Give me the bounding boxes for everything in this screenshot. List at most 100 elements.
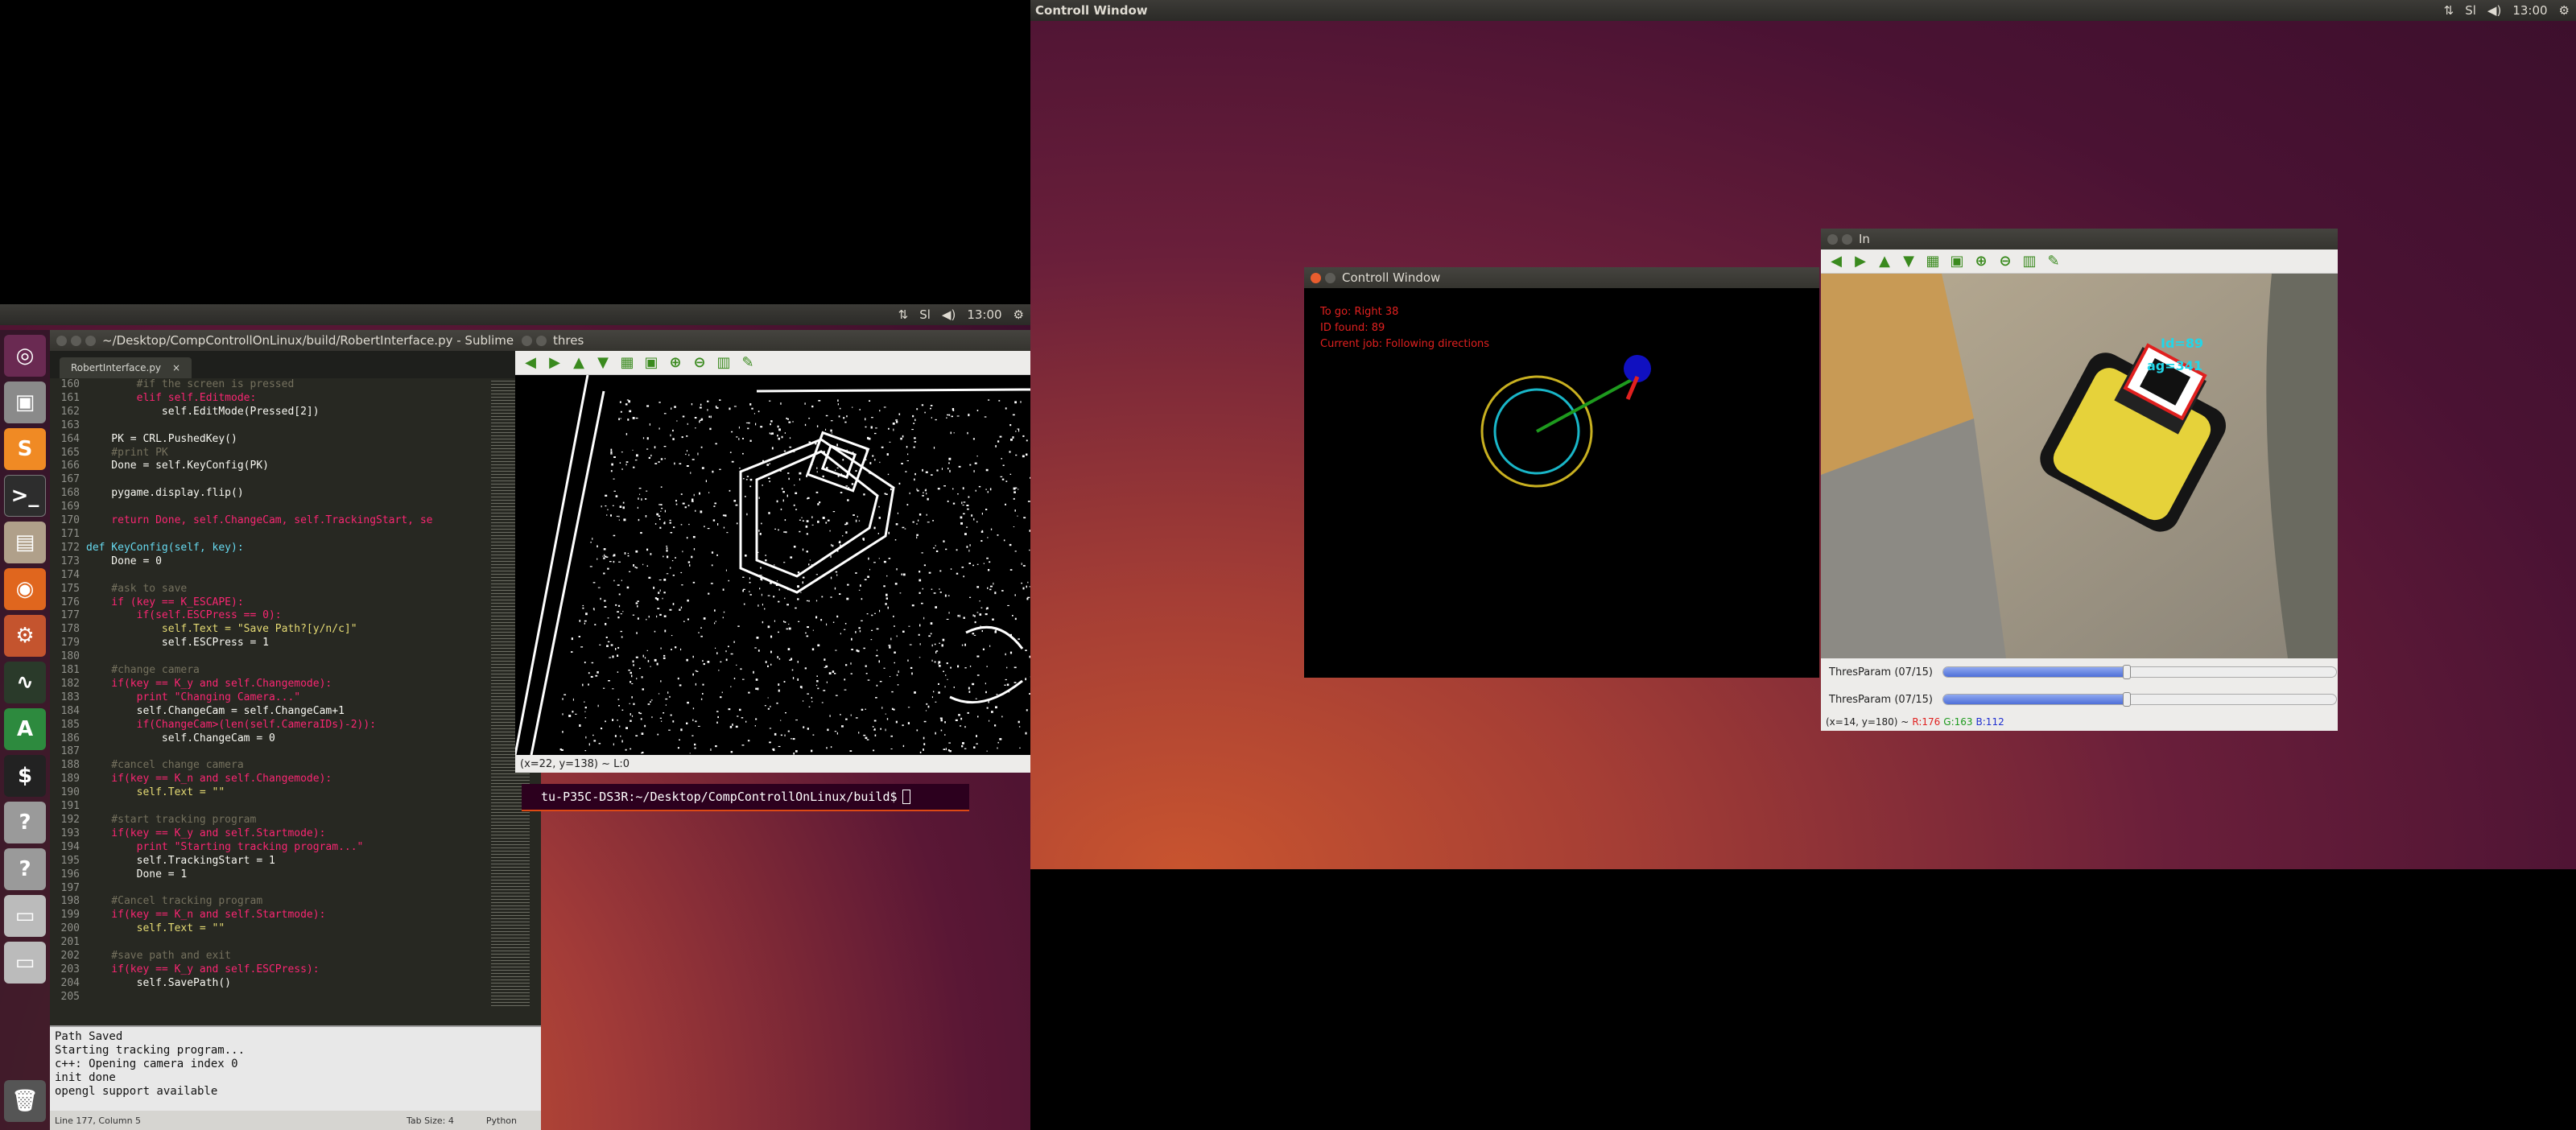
terminal-alt-icon[interactable]: $ — [4, 755, 46, 797]
code-line: 179 self.ESCPress = 1 — [50, 637, 489, 650]
direction-display — [1480, 355, 1651, 488]
zoom-reset-icon[interactable]: ▣ — [1948, 253, 1966, 270]
maximize-icon[interactable] — [85, 335, 96, 346]
controll-title: Controll Window — [1342, 270, 1441, 285]
keyboard-layout-icon[interactable]: Sl — [919, 307, 931, 322]
syntax-mode[interactable]: Python — [486, 1116, 517, 1126]
line-text: if(key == K_y and self.ESCPress): — [86, 963, 320, 975]
arrow-right-icon[interactable]: ▶ — [1852, 253, 1869, 270]
minimize-icon[interactable] — [536, 335, 547, 346]
thres-titlebar[interactable]: thres — [515, 330, 1030, 351]
thres-status: (x=22, y=138) ~ L:0 — [515, 755, 1030, 773]
output-console: Path Saved Starting tracking program... … — [50, 1025, 541, 1111]
code-line: 166 Done = self.KeyConfig(PK) — [50, 460, 489, 473]
line-text: self.ChangeCam = self.ChangeCam+1 — [86, 704, 345, 717]
controll-titlebar[interactable]: Controll Window — [1304, 267, 1819, 288]
close-icon[interactable] — [56, 335, 67, 346]
close-icon[interactable] — [522, 335, 532, 346]
in-titlebar[interactable]: In — [1821, 229, 2338, 250]
network-icon[interactable]: ⇅ — [898, 307, 909, 322]
arrow-up-icon[interactable]: ▲ — [570, 354, 588, 372]
thres-toolbar: ◀ ▶ ▲ ▼ ▦ ▣ ⊕ ⊖ ▥ ✎ — [515, 351, 1030, 375]
code-line: 196 Done = 1 — [50, 868, 489, 882]
tab-label: RobertInterface.py — [71, 362, 162, 373]
properties-icon[interactable]: ✎ — [739, 354, 757, 372]
camera-icon[interactable]: ▣ — [4, 381, 46, 423]
trash-icon[interactable]: 🗑 — [4, 1080, 46, 1122]
zoom-out-icon[interactable]: ⊖ — [1996, 253, 2014, 270]
arrow-up-icon[interactable]: ▲ — [1876, 253, 1893, 270]
line-number: 170 — [60, 514, 80, 527]
unknown-app-icon[interactable]: ? — [4, 802, 46, 843]
tab-size[interactable]: Tab Size: 4 — [407, 1116, 454, 1126]
properties-icon[interactable]: ✎ — [2045, 253, 2062, 270]
close-icon[interactable] — [1311, 272, 1321, 283]
slider-thumb[interactable] — [2122, 665, 2131, 679]
terminal-icon[interactable]: >_ — [4, 475, 46, 517]
code-line: 165 #print PK — [50, 447, 489, 460]
zoom-out-icon[interactable]: ⊖ — [691, 354, 708, 372]
firefox-icon[interactable]: ◉ — [4, 568, 46, 610]
code-area[interactable]: 160 #if the screen is pressed 161 elif se… — [50, 378, 489, 1014]
files-icon[interactable]: ▤ — [4, 522, 46, 563]
code-line: 182 if(key == K_y and self.Changemode): — [50, 678, 489, 691]
code-line: 173 Done = 0 — [50, 555, 489, 569]
line-number: 192 — [60, 814, 80, 826]
keyboard-layout-icon[interactable]: Sl — [2465, 3, 2476, 18]
thres-image[interactable] — [515, 375, 1030, 755]
drive-icon[interactable]: ▭ — [4, 895, 46, 937]
sublime-icon[interactable]: S — [4, 428, 46, 470]
volume-icon[interactable]: ◀) — [942, 307, 956, 322]
network-icon[interactable]: ⇅ — [2444, 3, 2454, 18]
zoom-in-icon[interactable]: ⊕ — [667, 354, 684, 372]
slider-thumb[interactable] — [2122, 692, 2131, 707]
code-line: 194 print "Starting tracking program..." — [50, 841, 489, 855]
clock[interactable]: 13:00 — [967, 307, 1001, 322]
unknown-app-icon[interactable]: ? — [4, 848, 46, 890]
settings-icon[interactable]: ⚙ — [4, 615, 46, 657]
arrow-left-icon[interactable]: ◀ — [522, 354, 539, 372]
ubuntu-dash-icon[interactable]: ◎ — [4, 335, 46, 377]
arrow-down-icon[interactable]: ▼ — [594, 354, 612, 372]
minimize-icon[interactable] — [71, 335, 81, 346]
sublime-titlebar[interactable]: ~/Desktop/CompControllOnLinux/build/Robe… — [50, 330, 541, 351]
arrow-left-icon[interactable]: ◀ — [1827, 253, 1845, 270]
code-line: 205 — [50, 991, 489, 1004]
arrow-down-icon[interactable]: ▼ — [1900, 253, 1918, 270]
software-center-icon[interactable]: A — [4, 708, 46, 750]
line-number: 197 — [60, 881, 80, 894]
line-number: 205 — [60, 990, 80, 1003]
zoom-in-icon[interactable]: ⊕ — [1972, 253, 1990, 270]
zoom-fit-icon[interactable]: ▦ — [1924, 253, 1942, 270]
close-icon[interactable] — [1827, 233, 1838, 245]
line-number: 200 — [60, 922, 80, 935]
zoom-reset-icon[interactable]: ▣ — [642, 354, 660, 372]
save-icon[interactable]: ▥ — [715, 354, 733, 372]
zoom-fit-icon[interactable]: ▦ — [618, 354, 636, 372]
code-line: 191 — [50, 800, 489, 814]
green-value: G:163 — [1943, 716, 1973, 728]
slider-track[interactable] — [1942, 665, 2337, 679]
minimize-icon[interactable] — [1325, 272, 1335, 283]
system-monitor-icon[interactable]: ∿ — [4, 662, 46, 703]
arrow-right-icon[interactable]: ▶ — [546, 354, 564, 372]
code-line: 190 self.Text = "" — [50, 786, 489, 800]
minimize-icon[interactable] — [1842, 233, 1852, 245]
code-line: 176 if (key == K_ESCAPE): — [50, 596, 489, 610]
gear-icon[interactable]: ⚙ — [2559, 3, 2570, 18]
line-text: return Done, self.ChangeCam, self.Tracki… — [86, 514, 433, 527]
slider-track[interactable] — [1942, 692, 2337, 707]
line-text: self.Text = "Save Path?[y/n/c]" — [86, 623, 357, 636]
close-icon[interactable]: × — [172, 362, 180, 373]
drive-icon[interactable]: ▭ — [4, 942, 46, 984]
line-number: 176 — [60, 596, 80, 608]
line-text: self.SavePath() — [86, 976, 232, 989]
terminal-window[interactable]: tu-P35C-DS3R:~/Desktop/CompControllOnLin… — [522, 784, 969, 811]
clock[interactable]: 13:00 — [2512, 3, 2547, 18]
line-number: 189 — [60, 773, 80, 786]
camera-image[interactable]: Id=89 ag=341 — [1821, 274, 2338, 658]
tab-robertinterface[interactable]: RobertInterface.py × — [60, 357, 192, 378]
volume-icon[interactable]: ◀) — [2487, 3, 2501, 18]
gear-icon[interactable]: ⚙ — [1013, 307, 1024, 322]
save-icon[interactable]: ▥ — [2021, 253, 2038, 270]
